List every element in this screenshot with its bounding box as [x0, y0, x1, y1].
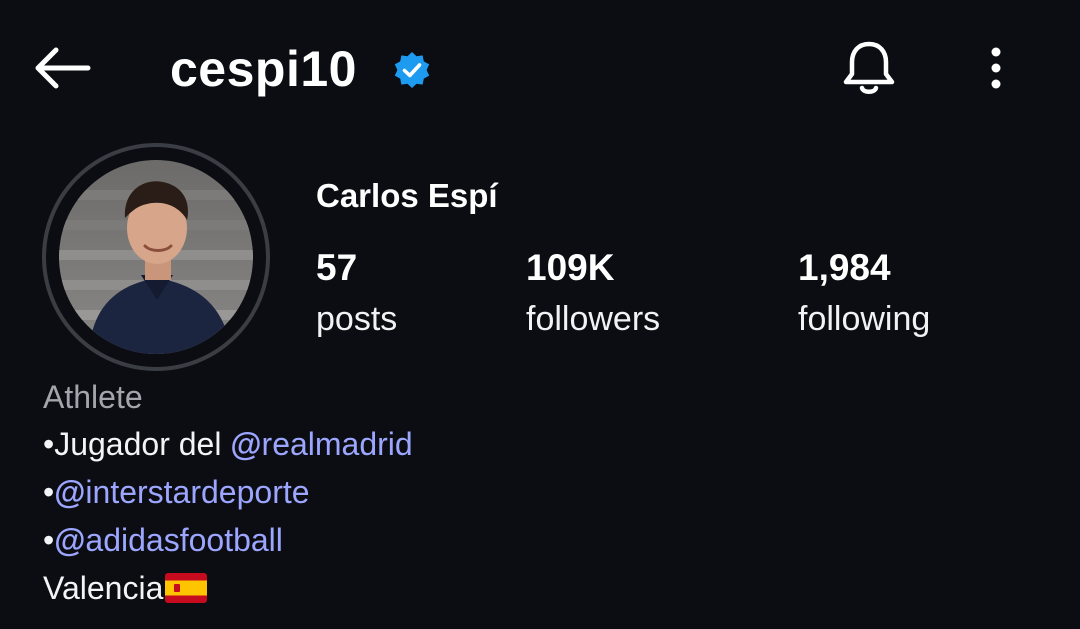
bell-icon: [843, 41, 895, 94]
notifications-button[interactable]: [838, 36, 900, 100]
following-stat[interactable]: 1,984 following: [798, 246, 930, 344]
mention-text: interstardeporte: [85, 474, 310, 510]
followers-count: 109K: [526, 247, 615, 288]
bio-line: •Jugador del @realmadrid: [43, 424, 413, 464]
mention-interstardeporte[interactable]: @interstardeporte: [54, 474, 309, 510]
verified-badge-icon: [394, 52, 430, 88]
bio-bullet: •: [43, 474, 55, 510]
bio-location: Valencia: [43, 570, 164, 606]
posts-label: posts: [316, 300, 398, 338]
threads-at-icon: @: [54, 522, 86, 558]
followers-label: followers: [526, 300, 661, 338]
posts-count: 57: [316, 247, 358, 288]
more-options-button[interactable]: [972, 40, 1020, 96]
following-count: 1,984: [798, 247, 891, 288]
profile-full-name: Carlos Espí: [316, 177, 498, 214]
back-arrow-icon: [35, 47, 91, 89]
mention-adidasfootball[interactable]: @adidasfootball: [54, 522, 283, 558]
top-bar: cespi10: [0, 0, 1080, 140]
profile-category: Athlete: [43, 379, 143, 415]
bio-text: •Jugador del: [43, 426, 231, 462]
profile-avatar[interactable]: [42, 143, 270, 371]
more-vertical-icon: [991, 47, 1001, 89]
threads-at-icon: @: [230, 426, 262, 462]
threads-at-icon: @: [54, 474, 86, 510]
bio-line: •@interstardeporte: [43, 472, 310, 512]
posts-stat[interactable]: 57 posts: [316, 246, 397, 344]
profile-username: cespi10: [170, 41, 357, 97]
spain-flag-icon: [165, 573, 208, 603]
following-label: following: [798, 300, 931, 338]
mention-realmadrid[interactable]: @realmadrid: [230, 426, 412, 462]
bio-bullet: •: [43, 522, 55, 558]
bio-line: Valencia: [43, 568, 208, 608]
mention-text: realmadrid: [261, 426, 413, 462]
back-button[interactable]: [30, 40, 94, 96]
followers-stat[interactable]: 109K followers: [526, 246, 660, 344]
bio-line: •@adidasfootball: [43, 520, 283, 560]
mention-text: adidasfootball: [85, 522, 283, 558]
avatar-photo: [59, 160, 253, 354]
